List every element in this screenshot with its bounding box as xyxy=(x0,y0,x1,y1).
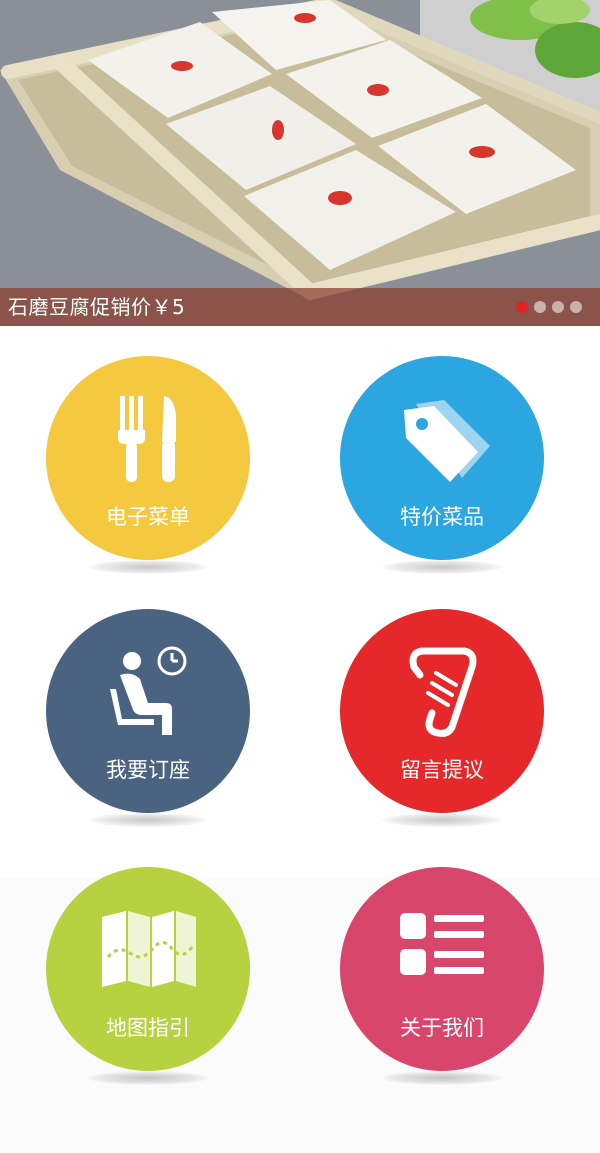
circle-shadow xyxy=(88,560,208,574)
slider-dot-4[interactable] xyxy=(570,301,582,313)
menu-circle[interactable]: 地图指引 xyxy=(46,867,250,1071)
menu-label: 电子菜单 xyxy=(106,505,190,529)
menu-label: 关于我们 xyxy=(400,1016,484,1040)
banner-image xyxy=(0,0,600,326)
slider-dot-2[interactable] xyxy=(534,301,546,313)
menu-label: 留言提议 xyxy=(400,758,484,782)
menu-tile-leave-message[interactable]: 留言提议 xyxy=(340,609,544,839)
menu-label: 我要订座 xyxy=(106,758,190,782)
map-icon xyxy=(102,911,196,987)
slider-pagination[interactable] xyxy=(516,301,582,313)
menu-label: 地图指引 xyxy=(106,1016,190,1040)
menu-tile-reserve-seat[interactable]: 我要订座 xyxy=(46,609,250,839)
banner-caption-bar: 石磨豆腐促销价￥5 xyxy=(0,288,600,326)
menu-label: 特价菜品 xyxy=(400,505,484,529)
circle-shadow xyxy=(88,1071,208,1085)
circle-shadow xyxy=(382,1071,502,1085)
menu-circle[interactable]: 留言提议 xyxy=(340,609,544,813)
circle-shadow xyxy=(382,813,502,827)
main-menu-grid: 电子菜单 特价菜品 我要订座 留言提议 地图指引 关于我们 xyxy=(0,326,600,1153)
menu-tile-about-us[interactable]: 关于我们 xyxy=(340,867,544,1097)
menu-circle[interactable]: 电子菜单 xyxy=(46,356,250,560)
price-tag-icon xyxy=(404,400,490,482)
menu-tile-special-dishes[interactable]: 特价菜品 xyxy=(340,356,544,586)
slider-dot-1[interactable] xyxy=(516,301,528,313)
slider-dot-3[interactable] xyxy=(552,301,564,313)
fork-knife-icon xyxy=(118,396,176,482)
menu-circle[interactable]: 关于我们 xyxy=(340,867,544,1071)
seat-reservation-icon xyxy=(110,646,187,735)
menu-circle[interactable]: 我要订座 xyxy=(46,609,250,813)
menu-tile-electronic-menu[interactable]: 电子菜单 xyxy=(46,356,250,586)
menu-circle[interactable]: 特价菜品 xyxy=(340,356,544,560)
circle-shadow xyxy=(88,813,208,827)
list-icon xyxy=(400,913,484,975)
circle-shadow xyxy=(382,560,502,574)
menu-tile-map-directions[interactable]: 地图指引 xyxy=(46,867,250,1097)
banner-slider[interactable]: 石磨豆腐促销价￥5 xyxy=(0,0,600,326)
scroll-message-icon xyxy=(409,647,477,737)
banner-caption: 石磨豆腐促销价￥5 xyxy=(8,295,186,319)
